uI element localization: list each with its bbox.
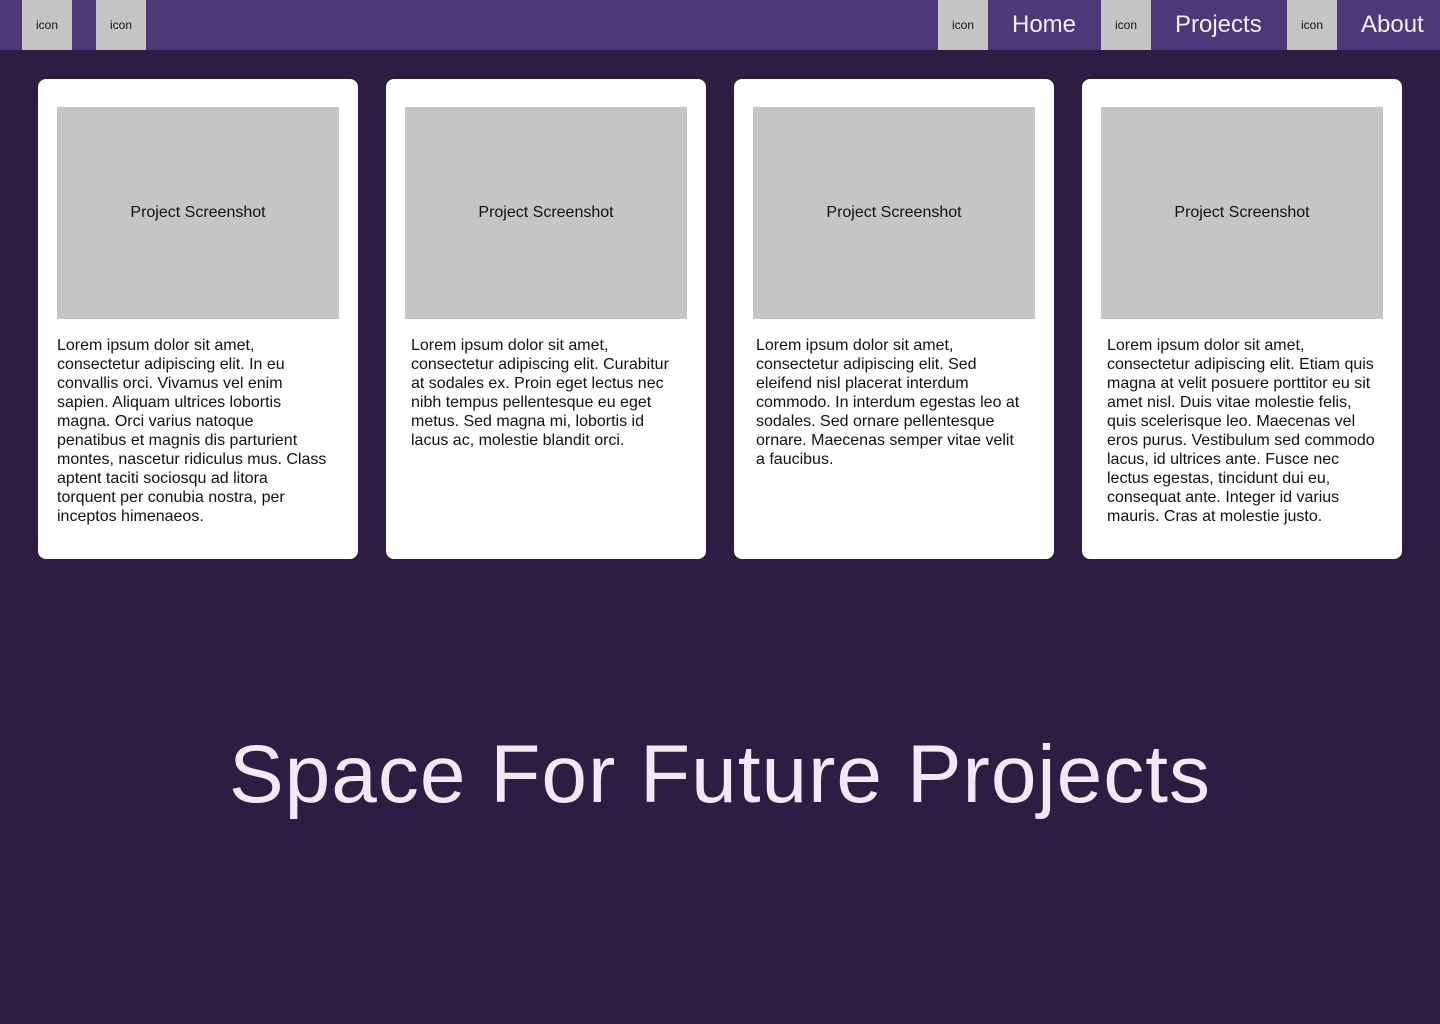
top-navigation-bar: icon icon icon Home icon Projects icon A… (0, 0, 1440, 50)
future-projects-heading: Space For Future Projects (228, 729, 1212, 820)
projects-icon[interactable]: icon (1101, 0, 1151, 50)
nav-link-about[interactable]: About (1361, 0, 1424, 50)
project-screenshot-placeholder: Project Screenshot (753, 107, 1035, 319)
project-card[interactable]: Project Screenshot Lorem ipsum dolor sit… (1082, 79, 1402, 559)
project-card[interactable]: Project Screenshot Lorem ipsum dolor sit… (38, 79, 358, 559)
project-description: Lorem ipsum dolor sit amet, consectetur … (411, 337, 669, 449)
about-icon[interactable]: icon (1287, 0, 1337, 50)
project-screenshot-placeholder: Project Screenshot (405, 107, 687, 319)
project-card[interactable]: Project Screenshot Lorem ipsum dolor sit… (734, 79, 1054, 559)
project-description: Lorem ipsum dolor sit amet, consectetur … (57, 337, 327, 525)
project-screenshot-placeholder: Project Screenshot (57, 107, 339, 319)
placeholder-icon[interactable]: icon (22, 0, 72, 50)
project-description: Lorem ipsum dolor sit amet, consectetur … (756, 337, 1020, 468)
project-description: Lorem ipsum dolor sit amet, consectetur … (1107, 337, 1375, 525)
nav-link-projects[interactable]: Projects (1175, 0, 1262, 50)
home-icon[interactable]: icon (938, 0, 988, 50)
project-card[interactable]: Project Screenshot Lorem ipsum dolor sit… (386, 79, 706, 559)
nav-link-home[interactable]: Home (1012, 0, 1076, 50)
placeholder-icon[interactable]: icon (96, 0, 146, 50)
project-screenshot-placeholder: Project Screenshot (1101, 107, 1383, 319)
